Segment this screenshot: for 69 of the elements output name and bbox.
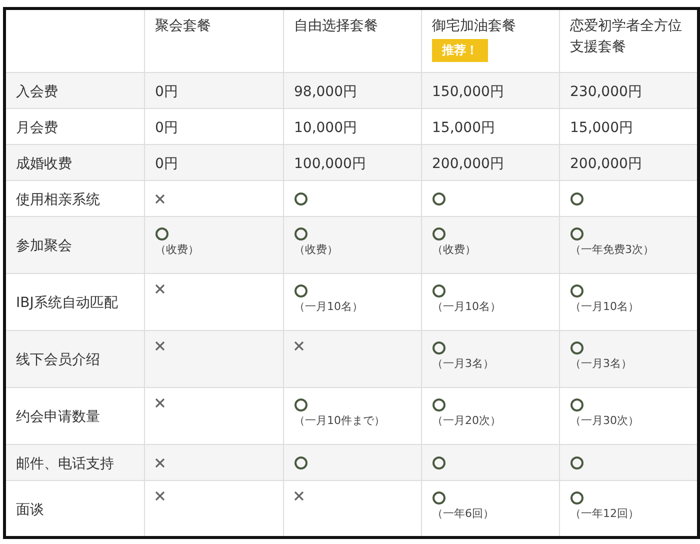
row-label: 邮件、电话支持 xyxy=(16,456,114,472)
circle-icon xyxy=(570,284,584,298)
price-text: 10,000円 xyxy=(294,120,357,136)
price-text: 0円 xyxy=(155,120,178,136)
price-text: 15,000円 xyxy=(432,120,495,136)
row-label: 面谈 xyxy=(16,502,44,518)
cell-note: （收费） xyxy=(155,242,200,257)
circle-icon xyxy=(432,227,446,241)
circle-icon xyxy=(432,192,446,206)
price-text: 15,000円 xyxy=(570,120,633,136)
circle-icon xyxy=(570,491,584,505)
price-text: 230,000円 xyxy=(570,84,642,100)
cross-icon xyxy=(155,341,165,351)
circle-icon xyxy=(570,341,584,355)
cell-note: （一年12回） xyxy=(570,506,640,521)
circle-icon xyxy=(570,456,584,470)
cell-note: （一年6回） xyxy=(432,506,495,521)
price-text: 200,000円 xyxy=(432,156,504,172)
price-text: 200,000円 xyxy=(570,156,642,172)
row-label: 成婚收费 xyxy=(16,156,72,172)
row-label: 参加聚会 xyxy=(16,238,72,254)
cell-note: （一月30次） xyxy=(570,413,640,428)
price-text: 98,000円 xyxy=(294,84,357,100)
cell-note: （一年免费3次） xyxy=(570,242,655,257)
cross-icon xyxy=(294,491,304,501)
circle-icon xyxy=(432,284,446,298)
column-header: 恋爱初学者全方位支援套餐 xyxy=(570,17,683,57)
circle-icon xyxy=(570,227,584,241)
price-text: 150,000円 xyxy=(432,84,504,100)
price-text: 100,000円 xyxy=(294,156,366,172)
circle-icon xyxy=(294,284,308,298)
cell-note: （一月10名） xyxy=(432,299,502,314)
circle-icon xyxy=(294,192,308,206)
row-label: 线下会员介绍 xyxy=(16,352,100,368)
column-header: 聚会套餐 xyxy=(155,17,212,36)
circle-icon xyxy=(294,456,308,470)
cross-icon xyxy=(155,284,165,294)
circle-icon xyxy=(294,227,308,241)
cell-note: （一月3名） xyxy=(570,356,633,371)
price-text: 0円 xyxy=(155,156,178,172)
circle-icon xyxy=(570,398,584,412)
cross-icon xyxy=(155,458,165,468)
cross-icon xyxy=(294,341,304,351)
cell-note: （一月10名） xyxy=(294,299,364,314)
circle-icon xyxy=(432,341,446,355)
circle-icon xyxy=(432,456,446,470)
cell-note: （收费） xyxy=(294,242,339,257)
row-label: 月会费 xyxy=(16,120,58,136)
row-label: 约会申请数量 xyxy=(16,409,100,425)
cross-icon xyxy=(155,398,165,408)
circle-icon xyxy=(432,398,446,412)
circle-icon xyxy=(294,398,308,412)
row-label: 使用相亲系统 xyxy=(16,192,100,208)
price-text: 0円 xyxy=(155,84,178,100)
cell-note: （收费） xyxy=(432,242,477,257)
cell-note: （一月10件まで） xyxy=(294,413,386,428)
cell-note: （一月20次） xyxy=(432,413,502,428)
row-label: IBJ系统自动匹配 xyxy=(16,295,118,311)
circle-icon xyxy=(155,227,169,241)
circle-icon xyxy=(570,192,584,206)
cell-note: （一月10名） xyxy=(570,299,640,314)
row-label: 入会费 xyxy=(16,84,58,100)
cell-note: （一月3名） xyxy=(432,356,495,371)
column-header: 御宅加油套餐 xyxy=(432,17,517,36)
cross-icon xyxy=(155,194,165,204)
cross-icon xyxy=(155,491,165,501)
recommend-badge: 推荐！ xyxy=(432,39,488,62)
circle-icon xyxy=(432,491,446,505)
column-header: 自由选择套餐 xyxy=(294,17,379,36)
